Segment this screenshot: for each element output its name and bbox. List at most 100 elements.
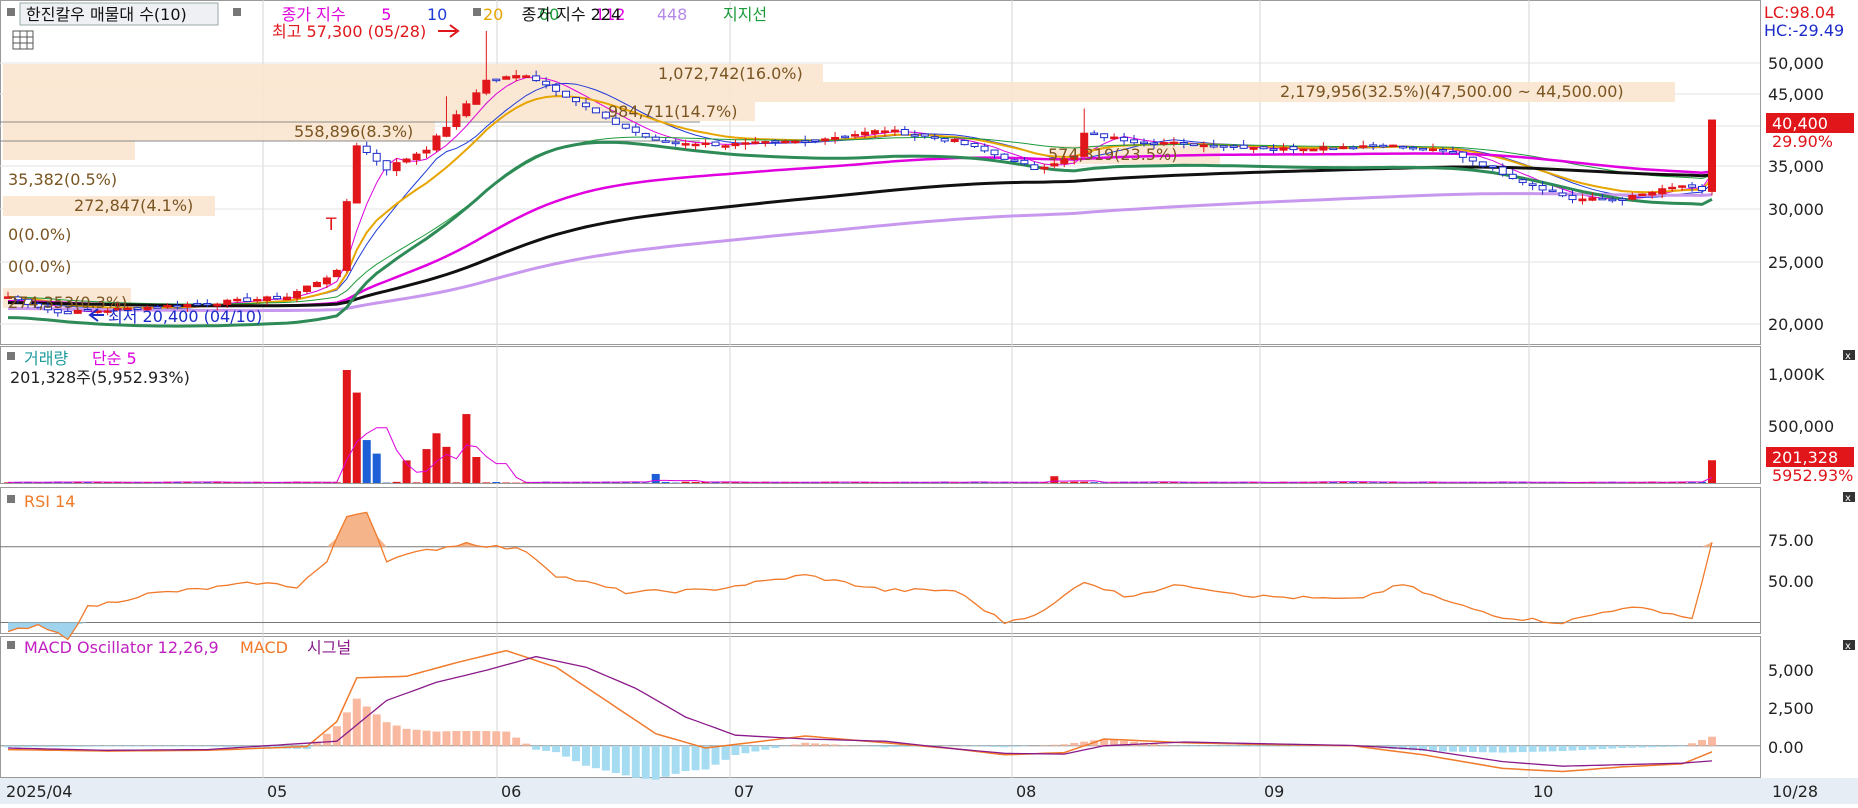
- candle-body: [901, 130, 908, 135]
- candle-body: [911, 135, 918, 137]
- macd-osc-bar: [901, 746, 909, 747]
- candle-body: [642, 133, 649, 136]
- macd-osc-bar: [223, 746, 231, 747]
- macd-osc-bar: [1200, 746, 1208, 747]
- macd-osc-bar: [801, 743, 809, 746]
- macd-osc-bar: [1210, 746, 1218, 747]
- macd-osc-bar: [482, 731, 490, 746]
- macd-osc-bar: [84, 746, 92, 747]
- macd-osc-bar: [1060, 744, 1068, 746]
- macd-osc-bar: [173, 746, 181, 747]
- macd-osc-bar: [413, 730, 421, 746]
- candle-body: [204, 303, 211, 305]
- macd-osc-bar: [632, 746, 640, 778]
- table-icon[interactable]: [13, 31, 33, 49]
- candle-body: [1041, 167, 1048, 169]
- macd-osc-bar: [383, 722, 391, 746]
- candle-body: [1509, 174, 1516, 178]
- volume-bar: [1369, 482, 1377, 483]
- candle-body: [971, 143, 978, 146]
- candle-body: [702, 143, 709, 145]
- macd-osc-bar: [1260, 746, 1268, 747]
- macd-osc-bar: [991, 746, 999, 747]
- macd-osc-bar: [323, 734, 331, 746]
- candle-body: [582, 103, 589, 107]
- candle-body: [961, 140, 968, 144]
- candle-body: [692, 144, 699, 146]
- volume-bar: [363, 440, 371, 483]
- candle-body: [1280, 148, 1287, 150]
- candle-body: [722, 146, 729, 148]
- volume-tick: 500,000: [1768, 417, 1834, 436]
- candle-body: [503, 77, 510, 80]
- candle-body: [553, 85, 560, 91]
- stock-chart: 1,072,742(16.0%) 2,179,956(32.5%)(47,500…: [0, 0, 1858, 804]
- candle-body: [423, 150, 430, 153]
- macd-osc-bar: [662, 746, 670, 777]
- macd-osc-bar: [213, 746, 221, 747]
- candle-body: [1519, 180, 1526, 183]
- macd-osc-bar: [841, 745, 849, 746]
- candle-body: [881, 131, 888, 133]
- candle-body: [1210, 145, 1217, 147]
- candle-body: [1429, 149, 1436, 151]
- candle-body: [772, 141, 779, 143]
- candle-body: [1170, 142, 1177, 144]
- candle-body: [1629, 196, 1636, 200]
- macd-osc-bar: [452, 731, 460, 746]
- candle-body: [333, 270, 340, 276]
- vp-label-7: 0(0.0%): [8, 225, 71, 244]
- x-tick: 05: [267, 782, 287, 801]
- chart-window: 1,072,742(16.0%) 2,179,956(32.5%)(47,500…: [0, 0, 1858, 804]
- macd-osc-bar: [831, 744, 839, 745]
- macd-osc-bar: [24, 746, 32, 747]
- signal-label: 시그널: [307, 638, 351, 657]
- macd-osc-bar: [622, 746, 630, 776]
- macd-osc-bar: [761, 746, 769, 750]
- candle-body: [1160, 143, 1167, 145]
- candle-body: [662, 141, 669, 143]
- candle-body: [1300, 149, 1307, 151]
- candle-body: [1609, 199, 1616, 201]
- candle-body: [214, 304, 221, 306]
- candle-body: [812, 140, 819, 142]
- volume-bar: [432, 433, 440, 483]
- candle-body: [483, 80, 490, 93]
- macd-osc-bar: [712, 746, 720, 765]
- candle-body: [1679, 186, 1686, 188]
- candle-body: [1639, 194, 1646, 196]
- candle-body: [1091, 133, 1098, 135]
- volume-bar: [452, 482, 460, 483]
- macd-osc-bar: [1529, 746, 1537, 752]
- macd-osc-bar: [472, 731, 480, 746]
- candle-body: [1230, 146, 1237, 148]
- volume-bar: [423, 449, 431, 483]
- macd-osc-bar: [1708, 737, 1716, 746]
- vp-label-3: 984,711(14.7%): [608, 102, 737, 121]
- macd-osc-bar: [1499, 746, 1507, 753]
- volume-tick: 1,000K: [1768, 365, 1825, 384]
- candle-body: [563, 91, 570, 97]
- macd-osc-bar: [1459, 746, 1467, 752]
- macd-osc-bar: [1568, 746, 1576, 751]
- candle-body: [303, 286, 310, 291]
- candle-body: [493, 79, 500, 81]
- x-tick: 07: [734, 782, 754, 801]
- macd-osc-bar: [871, 746, 879, 747]
- candle-body: [1370, 145, 1377, 147]
- macd-osc-bar: [751, 746, 759, 752]
- candle-body: [1101, 134, 1108, 138]
- candle-body: [313, 282, 320, 286]
- volume-bar: [682, 482, 690, 483]
- candle-body: [931, 137, 938, 139]
- macd-osc-bar: [54, 746, 62, 747]
- candle-body: [632, 127, 639, 132]
- candle-body: [573, 98, 580, 102]
- macd-osc-bar: [791, 745, 799, 746]
- macd-osc-bar: [1638, 746, 1646, 748]
- macd-osc-bar: [1160, 745, 1168, 746]
- price-tick: 35,000: [1768, 157, 1824, 176]
- volume-ma: 단순 5: [92, 349, 137, 368]
- volume-bar: [692, 482, 700, 483]
- svg-text:x: x: [1845, 351, 1851, 362]
